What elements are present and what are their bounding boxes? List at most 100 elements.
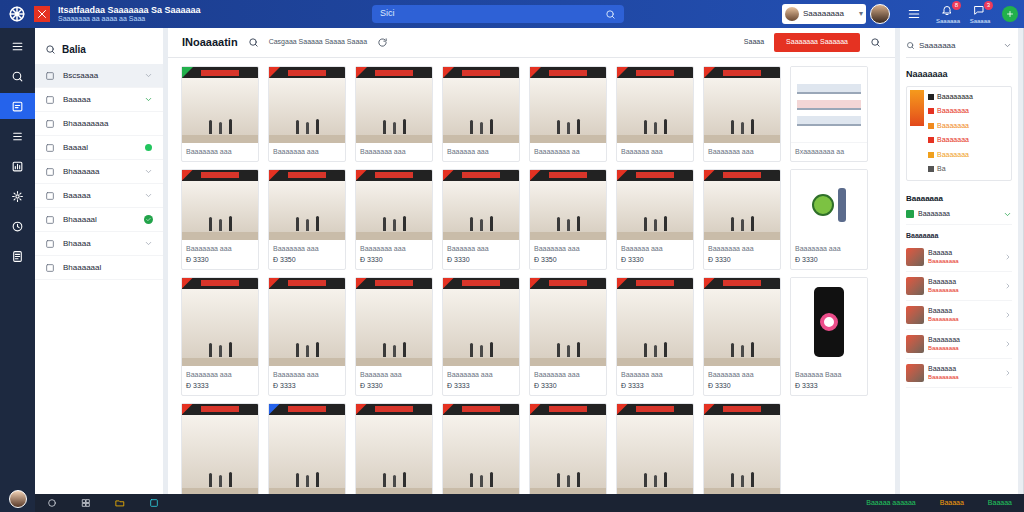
shop-sign	[269, 67, 345, 78]
rail-button[interactable]	[0, 93, 35, 119]
card-pad	[182, 158, 258, 161]
shopper	[209, 343, 212, 357]
shopper	[393, 122, 396, 134]
card-image	[530, 404, 606, 495]
sign-band	[201, 406, 239, 412]
shopper	[567, 219, 570, 231]
chart-icon	[11, 160, 24, 173]
shopper	[316, 342, 319, 357]
sidebar-item[interactable]: Bscsaaaa	[35, 64, 163, 88]
product-card[interactable]: Baaaaaa aaaĐ 3333	[616, 277, 694, 396]
sidebar-item[interactable]: Bhaaaaal	[35, 208, 163, 232]
brand: Itsatfaadaa Saaaaaaa Sa SaaaaaaSaaaaaaa …	[8, 5, 368, 23]
sort-label[interactable]: Saaaa	[744, 37, 764, 48]
menu-button[interactable]	[904, 4, 924, 24]
header-action[interactable]: 8Saaaaaa	[932, 4, 964, 24]
shopper	[731, 473, 734, 487]
shop-sign	[182, 170, 258, 181]
product-card[interactable]: Baaaaaaa aaa	[181, 66, 259, 162]
panel-list-item[interactable]: BaaaaaaBaaaaaaaa	[906, 359, 1012, 388]
account-avatar-icon[interactable]	[9, 490, 27, 508]
card-label: Baaaaaa Baaa	[791, 366, 867, 381]
product-card[interactable]: Baaaaaaa aaaĐ 3330	[790, 169, 868, 270]
product-card[interactable]	[703, 403, 781, 495]
product-card[interactable]: Baaaaaaa aaaĐ 3350	[529, 169, 607, 270]
product-card[interactable]: Baaaaaaa aaa	[703, 66, 781, 162]
summary-label: Ba	[937, 164, 946, 175]
shopper	[393, 219, 396, 231]
floor	[530, 232, 606, 240]
product-card[interactable]: Baaaaaaa aaaĐ 3333	[181, 277, 259, 396]
rail-button[interactable]	[0, 153, 35, 179]
panel-list-item[interactable]: BaaaaaaBaaaaaaaa	[906, 272, 1012, 301]
panel-list-item[interactable]: BaaaaaaaBaaaaaaaa	[906, 330, 1012, 359]
rail-button[interactable]	[0, 123, 35, 149]
product-card[interactable]	[355, 403, 433, 495]
card-label: Baaaaaa aaa	[356, 366, 432, 381]
user-menu[interactable]: Saaaaaaaa▾	[782, 4, 866, 24]
product-card[interactable]: Baaaaaaa aaaĐ 3330	[355, 169, 433, 270]
product-card[interactable]: Baaaaaaa aaa	[355, 66, 433, 162]
item-thumbnail	[906, 277, 924, 295]
shop-sign	[443, 170, 519, 181]
filter-text[interactable]: Casgaaa Saaaaa Saaaa Saaaa	[269, 37, 367, 48]
add-button[interactable]	[1002, 6, 1018, 22]
product-card[interactable]: Baaaaaaa aaa	[268, 66, 346, 162]
sidebar-item[interactable]: Baaaal	[35, 136, 163, 160]
panel-list-item[interactable]: BaaaaaBaaaaaaaa	[906, 301, 1012, 330]
product-card[interactable]: Baaaaaaa aaaĐ 3350	[268, 169, 346, 270]
shopper	[741, 345, 744, 357]
sidebar-item[interactable]: Baaaaa	[35, 184, 163, 208]
chevron-right-icon	[1004, 311, 1012, 319]
product-card[interactable]: Baaaaaa BaaaĐ 3333	[790, 277, 868, 396]
sidebar-item[interactable]: Bhaaaaaa	[35, 160, 163, 184]
header-action[interactable]: 3Saaaaa	[964, 4, 996, 24]
card-image	[182, 404, 258, 495]
panel-dropdown[interactable]: Saaaaaaa	[906, 34, 1012, 58]
product-card[interactable]: Baaaaaa aaaĐ 3330	[442, 169, 520, 270]
rail-button[interactable]	[0, 243, 35, 269]
product-card[interactable]: Baaaaaaa aaaĐ 3330	[703, 169, 781, 270]
product-card[interactable]: Baaaaaaaa aa	[529, 66, 607, 162]
card-label: Bxaaaaaaaa aa	[791, 143, 867, 158]
rail-button[interactable]	[0, 33, 35, 59]
global-search[interactable]	[372, 5, 624, 23]
item-subtitle: Baaaaaaaa	[928, 287, 1000, 294]
panel-list-item[interactable]: BaaaaaBaaaaaaaa	[906, 243, 1012, 272]
summary-swatch	[928, 123, 934, 129]
product-card[interactable]: Baaaaaaa aaaĐ 3333	[442, 277, 520, 396]
product-card[interactable]: Baaaaaa aaaĐ 3330	[616, 169, 694, 270]
scrollbar[interactable]	[1023, 28, 1024, 494]
product-card[interactable]: Baaaaaaa aaaĐ 3330	[181, 169, 259, 270]
clock-icon	[11, 220, 24, 233]
product-card[interactable]: Baaaaaa aaaĐ 3330	[355, 277, 433, 396]
product-card[interactable]	[529, 403, 607, 495]
sidebar-item-label: Bhaaaaaa	[63, 166, 135, 178]
rail-button[interactable]	[0, 183, 35, 209]
card-price: Đ 3350	[530, 254, 606, 269]
sidebar-item[interactable]: Bhaaaaaaaa	[35, 112, 163, 136]
product-card[interactable]	[616, 403, 694, 495]
shop-sign	[356, 404, 432, 415]
rail-button[interactable]	[0, 63, 35, 89]
action-button[interactable]: Saaaaaaa Saaaaaa	[774, 33, 860, 52]
storefront	[530, 289, 606, 358]
profile-avatar-icon[interactable]	[870, 4, 890, 24]
chevron-down-icon	[144, 167, 153, 176]
product-card[interactable]: Bxaaaaaaaa aa	[790, 66, 868, 162]
product-card[interactable]	[442, 403, 520, 495]
product-card[interactable]	[268, 403, 346, 495]
product-card[interactable]: Baaaaaaa aaaĐ 3330	[529, 277, 607, 396]
product-card[interactable]: Baaaaaa aaa	[616, 66, 694, 162]
sidebar-item[interactable]: Bhaaaaaal	[35, 256, 163, 280]
product-card[interactable]: Baaaaaa aaa	[442, 66, 520, 162]
product-card[interactable]: Baaaaaaa aaaĐ 3333	[268, 277, 346, 396]
sidebar-item[interactable]: Baaaaa	[35, 88, 163, 112]
sidebar-item[interactable]: Bhaaaa	[35, 232, 163, 256]
rail-button[interactable]	[0, 213, 35, 239]
section-item[interactable]: Baaaaaaa	[906, 205, 1012, 225]
sign-band	[723, 406, 761, 412]
product-card[interactable]: Baaaaaaa aaaĐ 3330	[703, 277, 781, 396]
product-card[interactable]	[181, 403, 259, 495]
search-input[interactable]	[380, 7, 601, 21]
